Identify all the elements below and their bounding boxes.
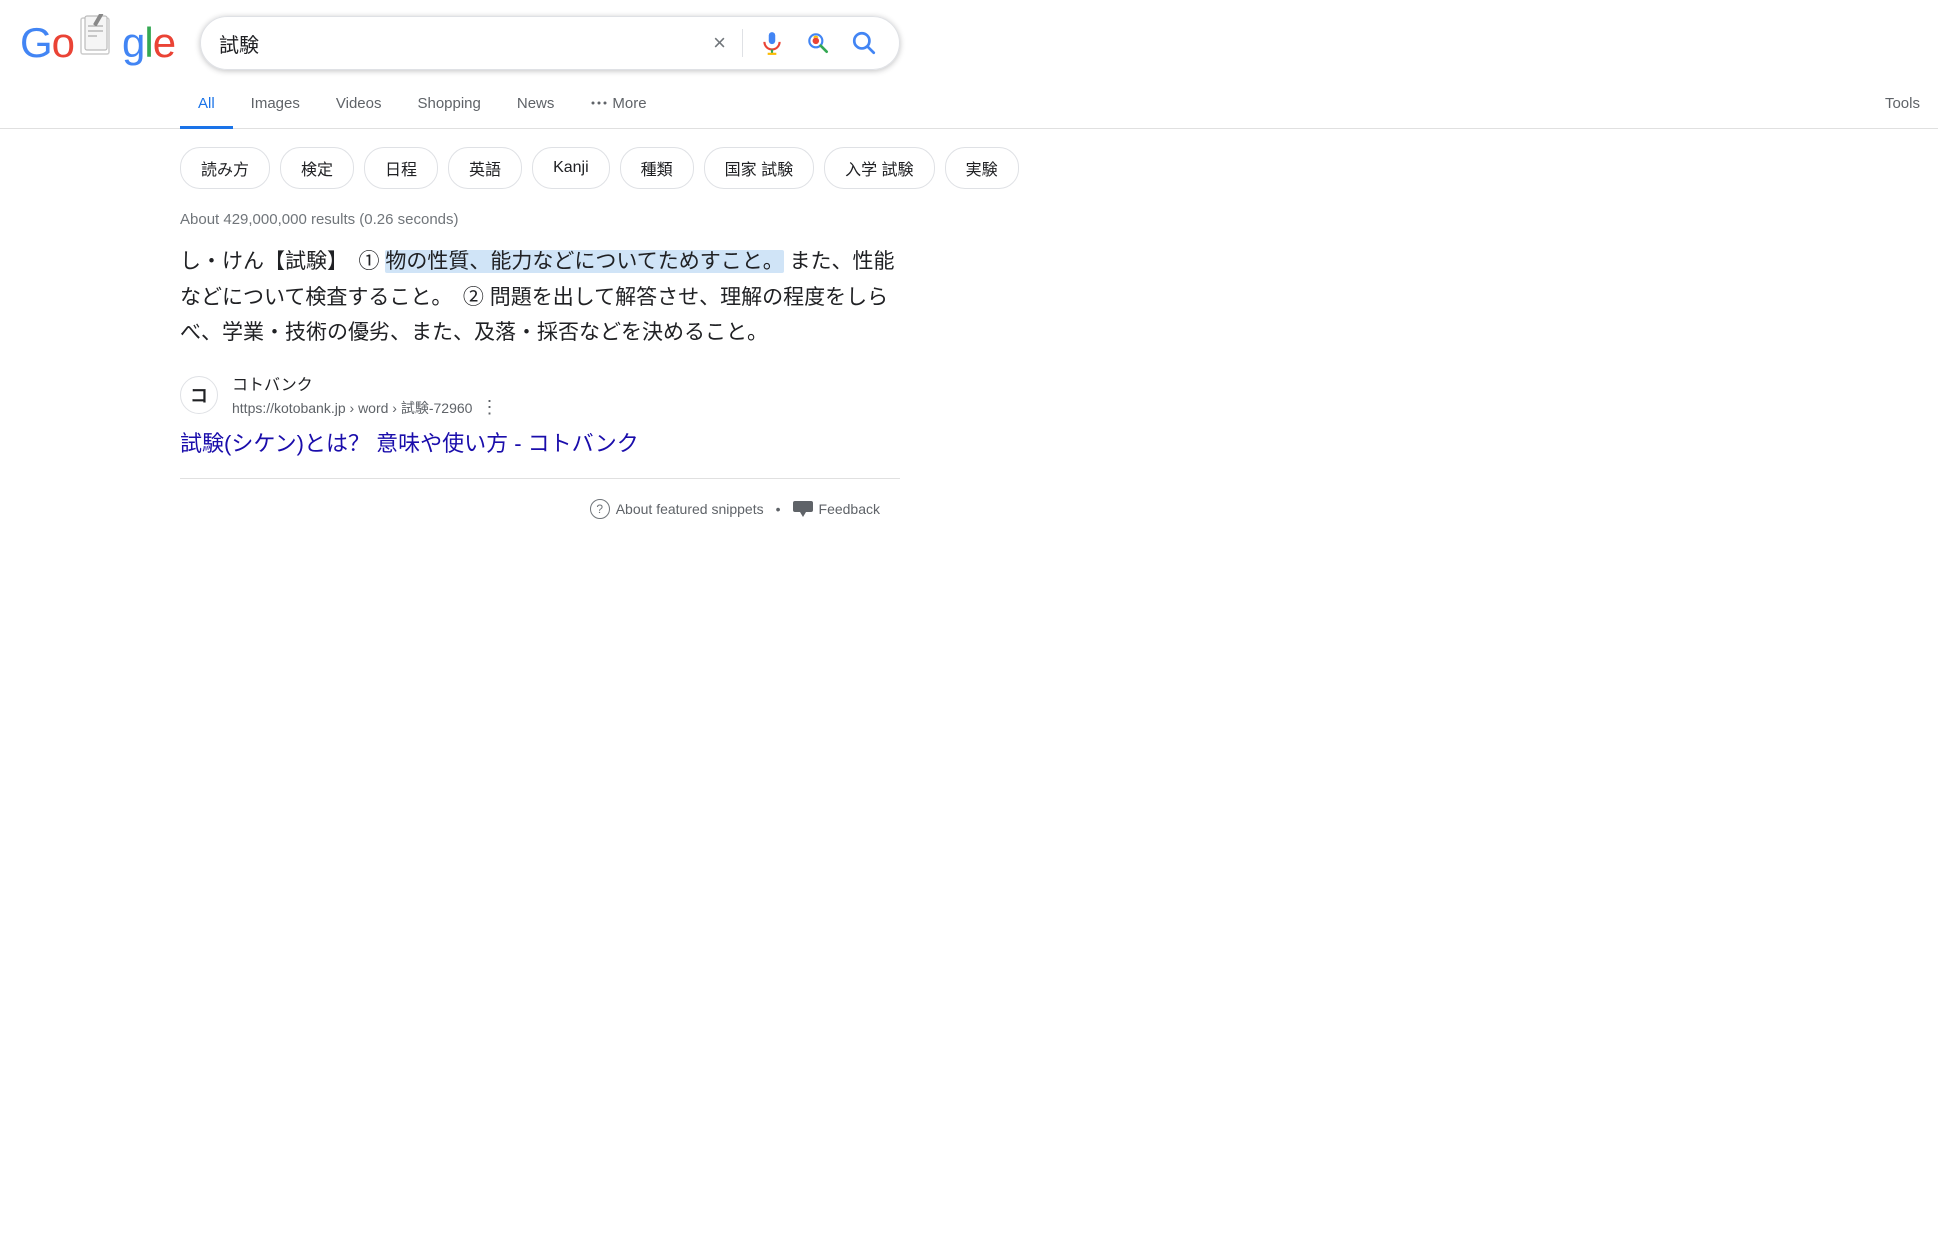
mic-icon [759,30,785,56]
chip-kokkashiken[interactable]: 国家 試験 [704,147,814,189]
clear-button[interactable]: × [709,26,730,60]
tab-videos[interactable]: Videos [318,81,400,129]
separator-line [180,478,900,479]
clear-icon: × [713,30,726,56]
tab-news[interactable]: News [499,81,573,129]
chip-nyugakushiken[interactable]: 入学 試験 [824,147,934,189]
tab-all[interactable]: All [180,81,233,129]
logo-e: e [153,19,175,67]
more-dots-icon [590,94,608,112]
feedback-icon [793,501,813,517]
search-icon [851,30,877,56]
featured-snippet: し・けん【試験】 ① 物の性質、能力などについてためすこと。 また、性能などにつ… [180,244,900,458]
tab-tools[interactable]: Tools [1867,81,1938,129]
source-info: コトバンク https://kotobank.jp › word › 試験-72… [232,371,498,418]
search-button[interactable] [847,26,881,60]
snippet-definition: し・けん【試験】 ① 物の性質、能力などについてためすこと。 また、性能などにつ… [180,244,900,351]
logo-o1: o [52,19,74,67]
logo-l: l [144,19,152,67]
chip-jikken[interactable]: 実験 [945,147,1019,189]
source-name: コトバンク [232,371,498,395]
chip-shurui[interactable]: 種類 [620,147,694,189]
results-count: About 429,000,000 results (0.26 seconds) [0,203,1938,244]
search-bar-wrapper: × [200,16,900,70]
logo-o2 [74,14,122,72]
source-url-row: https://kotobank.jp › word › 試験-72960 [232,397,498,418]
nav-tabs: All Images Videos Shopping News More Too… [0,80,1938,129]
source-options-button[interactable] [480,397,498,418]
logo-text: Go [20,14,175,72]
about-snippets-link[interactable]: ? About featured snippets [590,499,764,519]
chip-yomikata[interactable]: 読み方 [180,147,270,189]
source-url: https://kotobank.jp › word › 試験-72960 [232,398,472,418]
definition-before: し・けん【試験】 ① [180,250,385,273]
chip-kentei[interactable]: 検定 [280,147,354,189]
feedback-text: Feedback [819,501,880,517]
google-logo[interactable]: Go [20,14,175,72]
about-snippets-text: About featured snippets [616,501,764,517]
result-title-link[interactable]: 試験(シケン)とは？ 意味や使い方 - コトバンク [180,426,900,458]
tab-more[interactable]: More [572,80,664,129]
lens-icon [805,30,831,56]
source-row: コ コトバンク https://kotobank.jp › word › 試験-… [180,371,900,418]
logo-g2: g [122,19,144,67]
main-content: し・けん【試験】 ① 物の性質、能力などについてためすこと。 また、性能などにつ… [0,244,900,519]
header: Go [0,0,1938,72]
logo-g: G [20,19,52,67]
snippet-footer: ? About featured snippets • Feedback [180,499,900,519]
search-input[interactable] [219,32,697,55]
chips-row: 読み方 検定 日程 英語 Kanji 種類 国家 試験 入学 試験 実験 [0,129,1938,203]
lens-button[interactable] [801,26,835,60]
chip-nittei[interactable]: 日程 [364,147,438,189]
source-favicon: コ [180,376,218,414]
tab-shopping[interactable]: Shopping [399,81,498,129]
chip-kanji[interactable]: Kanji [532,147,610,189]
tab-images[interactable]: Images [233,81,318,129]
search-divider [742,29,743,57]
chip-eigo[interactable]: 英語 [448,147,522,189]
logo-doodle [77,14,119,62]
definition-highlight: 物の性質、能力などについてためすこと。 [385,250,783,273]
info-icon: ? [590,499,610,519]
footer-separator: • [776,501,781,517]
search-bar: × [200,16,900,70]
feedback-link[interactable]: Feedback [793,501,880,517]
logo-area: Go [20,14,180,72]
mic-button[interactable] [755,26,789,60]
